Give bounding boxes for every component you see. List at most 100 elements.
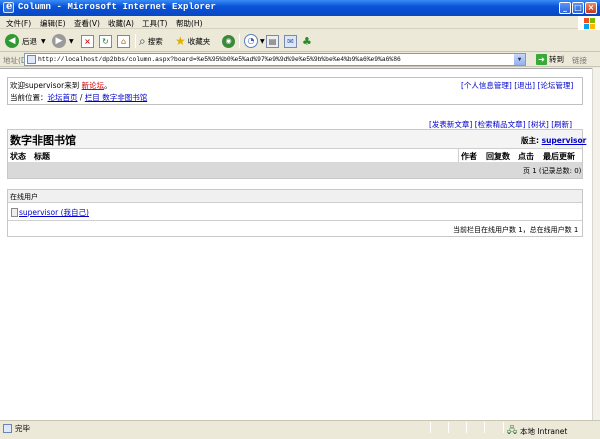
favorites-label: 收藏夹 (187, 36, 211, 46)
history-button[interactable]: ◔ ▼ (244, 33, 265, 49)
menu-file[interactable]: 文件(F) (6, 18, 31, 29)
pager-row (8, 162, 582, 178)
search-icon: ⌕ (139, 33, 146, 48)
search-button[interactable]: ⌕ 搜索 (139, 33, 163, 49)
col-author: 作者 (461, 152, 477, 161)
toolbar: ◀ 后退 ▼ ▶ ▼ × ↻ ⌂ ⌕ 搜索 ★ 收藏夹 ◉ ◔ ▼ ▤ ✉ ♣ (0, 30, 600, 52)
menu-help[interactable]: 帮助(H) (176, 18, 203, 29)
tree-view-link[interactable]: [树状] (528, 120, 549, 129)
go-label: 转到 (549, 55, 564, 64)
row-divider (8, 148, 582, 149)
go-button[interactable]: ➜ 转到 (536, 54, 564, 65)
search-best-link[interactable]: [检索精品文章] (475, 120, 526, 129)
forward-button[interactable]: ▶ ▼ (52, 33, 74, 49)
col-title: 标题 (34, 152, 50, 161)
status-divider (503, 422, 504, 433)
menu-tools[interactable]: 工具(T) (142, 18, 167, 29)
moderator-link[interactable]: supervisor (542, 136, 587, 145)
status-divider (448, 422, 449, 433)
welcome-user: supervisor (25, 81, 65, 90)
welcome-suffix: 来到 (64, 81, 80, 90)
status-bar: 完毕 🖧 本地 Intranet (0, 420, 600, 436)
page-info: 页 1 (记录总数: 0) (523, 167, 582, 175)
online-header-row (8, 190, 582, 202)
forum-link[interactable]: 新论坛 (82, 81, 105, 90)
profile-link[interactable]: [个人信息管理] (461, 81, 512, 90)
mail-icon: ✉ (284, 34, 297, 48)
status-done: 完毕 (3, 423, 30, 434)
status-divider (430, 422, 431, 433)
forum-admin-link[interactable]: [论坛管理] (538, 81, 574, 90)
new-post-link[interactable]: [发表新文章] (429, 120, 472, 129)
row-divider (8, 220, 582, 221)
refresh-link[interactable]: [刷新] (551, 120, 572, 129)
page-icon (27, 55, 36, 64)
status-divider (466, 422, 467, 433)
stop-button[interactable]: × (81, 33, 94, 49)
location-label: 当前位置： (10, 93, 48, 102)
user-icon (11, 208, 18, 217)
favorites-button[interactable]: ★ 收藏夹 (175, 33, 210, 49)
top-links: [个人信息管理] [退出] [论坛管理] (461, 80, 573, 91)
refresh-icon: ↻ (99, 34, 112, 48)
col-status: 状态 (10, 152, 26, 161)
welcome-panel: 欢迎supervisor来到 新论坛。 [个人信息管理] [退出] [论坛管理]… (7, 77, 583, 105)
close-button[interactable]: × (585, 2, 597, 14)
back-button[interactable]: ◀ 后退 ▼ (5, 33, 46, 49)
status-text: 完毕 (15, 424, 30, 433)
col-clicks: 点击 (518, 152, 534, 161)
col-last-update: 最后更新 (543, 152, 575, 161)
row-divider (8, 202, 582, 203)
back-label: 后退 (22, 36, 37, 46)
address-input[interactable]: http://localhost/dp2bbs/column.aspx?boar… (24, 53, 526, 66)
crumb-column-link[interactable]: 栏目 数字非图书馆 (85, 93, 147, 102)
crumb-home-link[interactable]: 论坛首页 (48, 93, 78, 102)
stop-icon: × (81, 34, 94, 48)
online-user-link[interactable]: supervisor (我自己) (19, 207, 89, 218)
maximize-button[interactable]: □ (572, 2, 584, 14)
refresh-button[interactable]: ↻ (99, 33, 112, 49)
home-button[interactable]: ⌂ (117, 33, 130, 49)
print-icon: ▤ (266, 34, 279, 48)
menu-bar: 文件(F) 编辑(E) 查看(V) 收藏(A) 工具(T) 帮助(H) (0, 16, 600, 29)
media-button[interactable]: ◉ (222, 33, 235, 49)
messenger-button[interactable]: ♣ (302, 33, 312, 49)
address-url: http://localhost/dp2bbs/column.aspx?boar… (38, 56, 401, 63)
home-icon: ⌂ (117, 34, 130, 48)
intranet-icon: 🖧 (507, 426, 518, 436)
col-replies: 回复数 (486, 152, 510, 161)
logout-link[interactable]: [退出] (514, 81, 535, 90)
back-arrow-icon: ◀ (5, 34, 19, 48)
security-zone: 🖧 本地 Intranet (507, 423, 567, 439)
toolbar-separator (239, 34, 240, 48)
topic-table: 数字非图书馆 版主: supervisor 状态 标题 作者 回复数 点击 最后… (7, 129, 586, 179)
breadcrumb: 当前位置：论坛首页 / 栏目 数字非图书馆 (10, 92, 147, 103)
mail-button[interactable]: ✉ (284, 33, 297, 49)
welcome-text: 欢迎supervisor来到 新论坛。 (10, 80, 112, 91)
chevron-down-icon[interactable]: ▼ (514, 54, 525, 65)
messenger-icon: ♣ (302, 34, 312, 48)
ie-icon (3, 1, 14, 13)
star-icon: ★ (175, 34, 186, 48)
online-user-entry: supervisor (我自己) (11, 207, 89, 218)
menu-view[interactable]: 查看(V) (74, 18, 100, 29)
title-bar: Column - Microsoft Internet Explorer _ □… (0, 0, 600, 16)
go-arrow-icon: ➜ (536, 54, 547, 65)
forward-arrow-icon: ▶ (52, 34, 66, 48)
minimize-button[interactable]: _ (559, 2, 571, 14)
ie-window: Column - Microsoft Internet Explorer _ □… (0, 0, 600, 436)
links-button[interactable]: 链接 (572, 55, 587, 66)
online-users-panel: 在线用户 supervisor (我自己) 当前栏目在线用户数 1，总在线用户数… (7, 189, 583, 237)
board-title: 数字非图书馆 (10, 134, 76, 147)
page-content: 欢迎supervisor来到 新论坛。 [个人信息管理] [退出] [论坛管理]… (0, 68, 592, 420)
page-icon (3, 424, 12, 433)
menu-favorites[interactable]: 收藏(A) (108, 18, 134, 29)
zone-text: 本地 Intranet (520, 426, 568, 436)
menu-edit[interactable]: 编辑(E) (40, 18, 66, 29)
search-label: 搜索 (147, 36, 163, 46)
welcome-prefix: 欢迎 (10, 81, 25, 90)
print-button[interactable]: ▤ (266, 33, 279, 49)
col-divider (458, 148, 459, 162)
vertical-scrollbar[interactable] (592, 68, 600, 420)
chevron-down-icon: ▼ (260, 37, 265, 45)
